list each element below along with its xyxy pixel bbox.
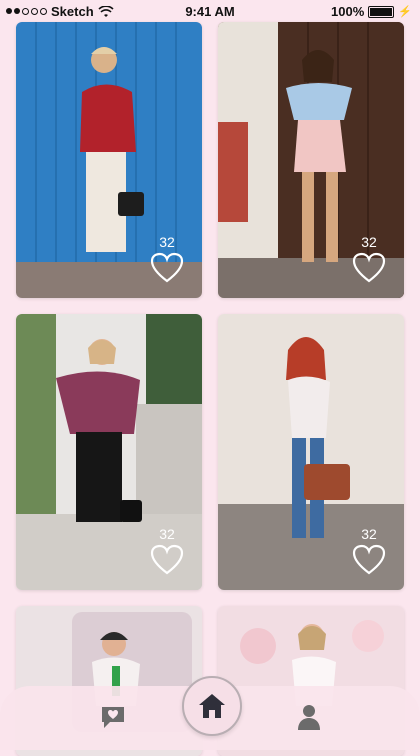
tab-messages[interactable]	[96, 700, 130, 734]
heart-icon[interactable]	[150, 544, 184, 576]
feed-card-3[interactable]: 32	[16, 314, 202, 590]
heart-icon[interactable]	[150, 252, 184, 284]
like-group[interactable]: 32	[352, 526, 386, 576]
like-count: 32	[361, 234, 377, 250]
heart-icon[interactable]	[352, 252, 386, 284]
profile-icon	[298, 705, 320, 730]
like-count: 32	[361, 526, 377, 542]
heart-icon[interactable]	[352, 544, 386, 576]
feed-card-4[interactable]: 32	[218, 314, 404, 590]
like-group[interactable]: 32	[352, 234, 386, 284]
tab-profile[interactable]	[292, 700, 326, 734]
like-group[interactable]: 32	[150, 234, 184, 284]
like-count: 32	[159, 526, 175, 542]
tab-bar	[0, 676, 420, 750]
like-group[interactable]: 32	[150, 526, 184, 576]
battery-icon	[368, 5, 395, 18]
battery-group: 100% ⚡	[331, 4, 412, 19]
feed-card-1[interactable]: 32	[16, 22, 202, 298]
home-icon	[199, 694, 225, 718]
charging-icon: ⚡	[398, 6, 412, 18]
chat-icon	[102, 707, 124, 728]
tab-home[interactable]	[182, 676, 242, 736]
feed-card-2[interactable]: 32	[218, 22, 404, 298]
status-bar: Sketch 9:41 AM 100% ⚡	[0, 0, 420, 22]
like-count: 32	[159, 234, 175, 250]
battery-percent: 100%	[331, 4, 365, 19]
